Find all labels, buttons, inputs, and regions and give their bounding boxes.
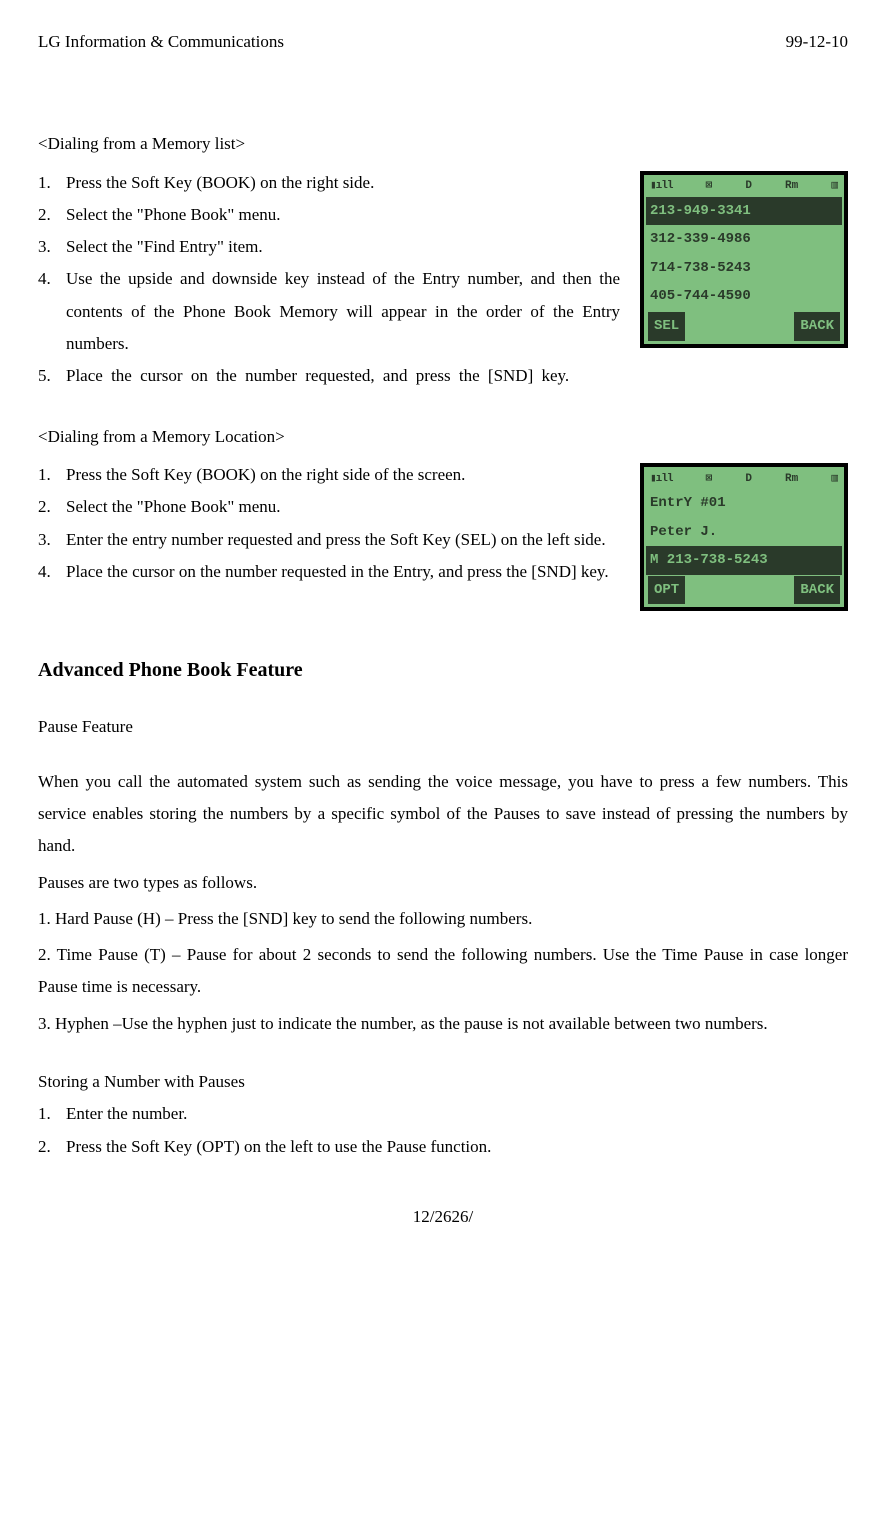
list-item: 1.Enter the number. <box>38 1098 848 1130</box>
section-a-title: <Dialing from a Memory list> <box>38 128 848 160</box>
screen-line: EntrY #01 <box>646 489 842 518</box>
list-item: 2.Select the "Phone Book" menu. <box>38 199 620 231</box>
d-icon: D <box>745 469 752 490</box>
section-b-title: <Dialing from a Memory Location> <box>38 421 848 453</box>
soft-keys: SEL BACK <box>646 311 842 342</box>
rm-icon: Rm <box>785 469 798 490</box>
soft-key-left: OPT <box>648 576 685 605</box>
screen-line: Peter J. <box>646 518 842 547</box>
header-right: 99-12-10 <box>786 26 848 58</box>
storing-title: Storing a Number with Pauses <box>38 1066 848 1098</box>
list-item: 3.Enter the entry number requested and p… <box>38 524 620 556</box>
screen-line: 312-339-4986 <box>646 225 842 254</box>
list-item: 1.Press the Soft Key (BOOK) on the right… <box>38 459 620 491</box>
d-icon: D <box>745 176 752 197</box>
list-item: 2.Select the "Phone Book" menu. <box>38 491 620 523</box>
list-item: 5.Place the cursor on the number request… <box>38 360 620 392</box>
pause-item-2: 2. Time Pause (T) – Pause for about 2 se… <box>38 939 848 1004</box>
screen-line: M 213-738-5243 <box>646 546 842 575</box>
advanced-para2: Pauses are two types as follows. <box>38 867 848 899</box>
soft-key-left: SEL <box>648 312 685 341</box>
battery-icon: ▥ <box>831 469 838 490</box>
pause-item-3: 3. Hyphen –Use the hyphen just to indica… <box>38 1008 848 1040</box>
advanced-heading: Advanced Phone Book Feature <box>38 651 848 689</box>
advanced-subheading: Pause Feature <box>38 711 848 743</box>
screen-line: 405-744-4590 <box>646 282 842 311</box>
screen-line: 714-738-5243 <box>646 254 842 283</box>
list-item: 3.Select the "Find Entry" item. <box>38 231 620 263</box>
advanced-para1: When you call the automated system such … <box>38 766 848 863</box>
message-icon: ⊠ <box>706 176 713 197</box>
list-item: 2.Press the Soft Key (OPT) on the left t… <box>38 1131 848 1163</box>
page-header: LG Information & Communications 99-12-10 <box>38 26 848 58</box>
phone-screen-a: ▮ıll ⊠ D Rm ▥ 213-949-3341 312-339-4986 … <box>640 171 848 348</box>
status-bar: ▮ıll ⊠ D Rm ▥ <box>646 177 842 197</box>
rm-icon: Rm <box>785 176 798 197</box>
signal-icon: ▮ıll <box>650 469 672 490</box>
pause-item-1: 1. Hard Pause (H) – Press the [SND] key … <box>38 903 848 935</box>
soft-key-right: BACK <box>794 576 840 605</box>
screen-line: 213-949-3341 <box>646 197 842 226</box>
soft-keys: OPT BACK <box>646 575 842 606</box>
section-b-content: 1.Press the Soft Key (BOOK) on the right… <box>38 459 848 611</box>
battery-icon: ▥ <box>831 176 838 197</box>
soft-key-right: BACK <box>794 312 840 341</box>
section-a-content: 1.Press the Soft Key (BOOK) on the right… <box>38 167 848 393</box>
signal-icon: ▮ıll <box>650 176 672 197</box>
list-item: 1.Press the Soft Key (BOOK) on the right… <box>38 167 620 199</box>
list-item: 4.Use the upside and downside key instea… <box>38 263 620 360</box>
list-item: 4.Place the cursor on the number request… <box>38 556 620 588</box>
phone-screen-b: ▮ıll ⊠ D Rm ▥ EntrY #01 Peter J. M 213-7… <box>640 463 848 611</box>
status-bar: ▮ıll ⊠ D Rm ▥ <box>646 469 842 489</box>
message-icon: ⊠ <box>706 469 713 490</box>
page-footer: 12/2626/ <box>38 1201 848 1233</box>
header-left: LG Information & Communications <box>38 26 284 58</box>
